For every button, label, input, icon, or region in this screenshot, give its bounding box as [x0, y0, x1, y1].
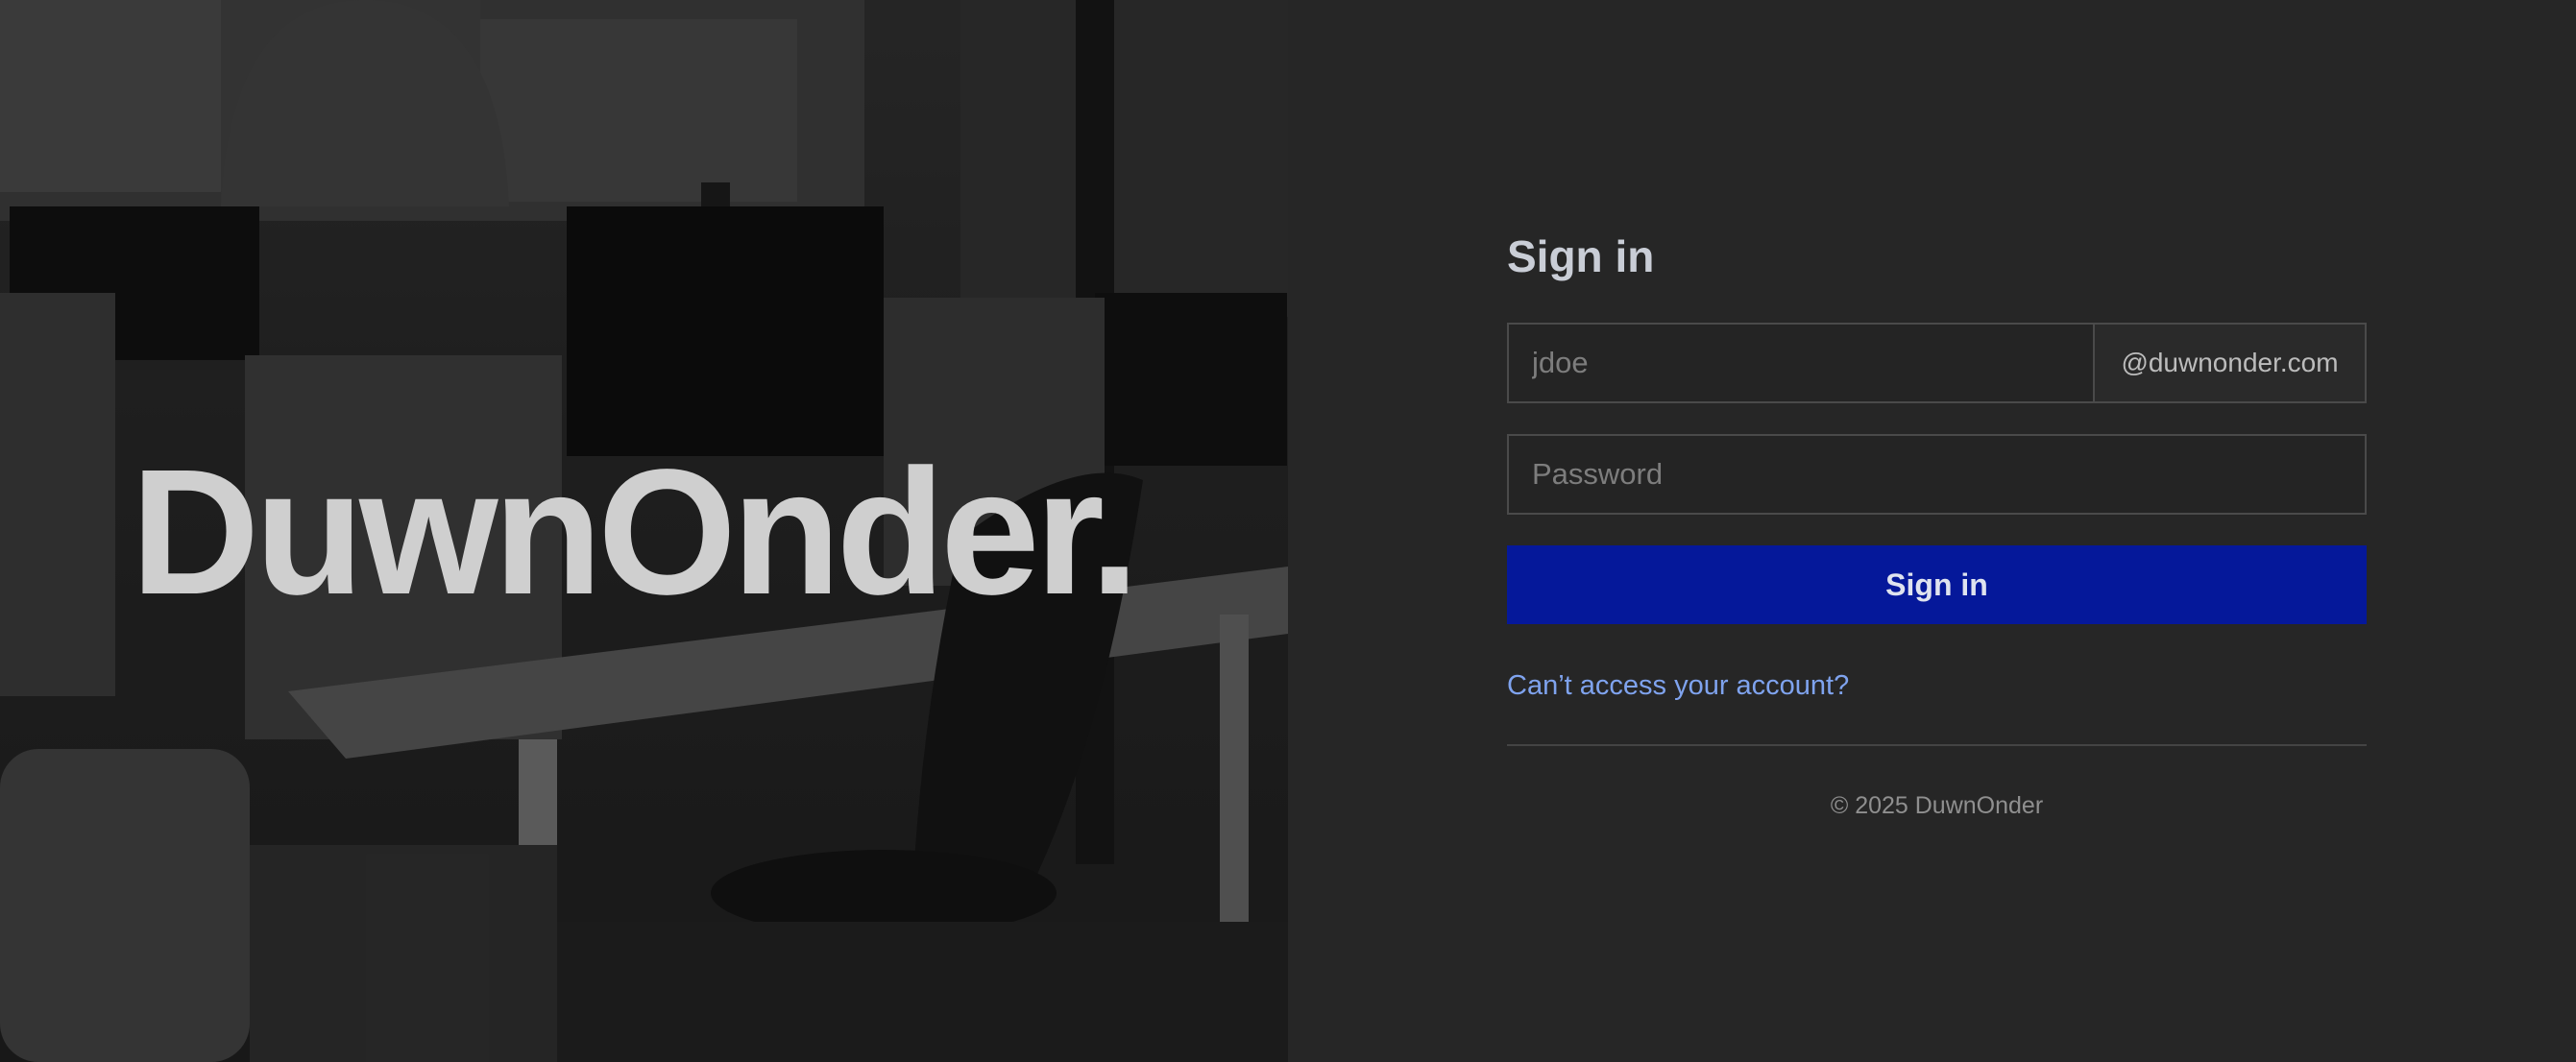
- divider: [1507, 744, 2367, 746]
- signin-button[interactable]: Sign in: [1507, 545, 2367, 624]
- email-domain-suffix: @duwnonder.com: [2093, 325, 2365, 401]
- copyright-footer: © 2025 DuwnOnder: [1830, 792, 2044, 819]
- brand-logo-text: DuwnOnder.: [131, 433, 1139, 632]
- username-input[interactable]: [1509, 325, 2093, 401]
- username-field-group: @duwnonder.com: [1507, 323, 2367, 403]
- page-title: Sign in: [1507, 231, 1655, 281]
- signin-form: Sign in @duwnonder.com Sign in Can’t acc…: [1507, 227, 2367, 820]
- cant-access-account-link[interactable]: Can’t access your account?: [1507, 670, 1849, 702]
- password-input[interactable]: [1507, 434, 2367, 515]
- signin-panel: Sign in @duwnonder.com Sign in Can’t acc…: [1288, 0, 2576, 1062]
- login-page: DuwnOnder. Sign in @duwnonder.com Sign i…: [0, 0, 2576, 1062]
- hero-panel: DuwnOnder.: [0, 0, 1288, 1062]
